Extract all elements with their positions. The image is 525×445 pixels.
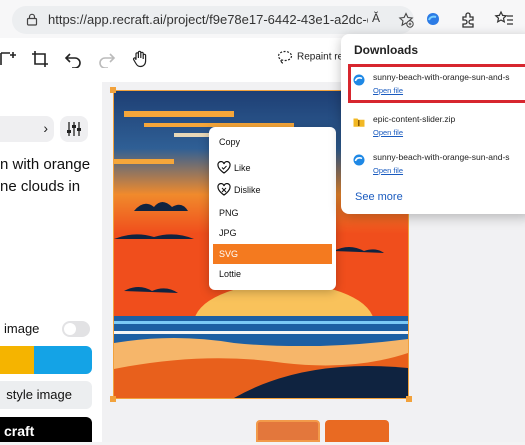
prompt-line: ne clouds in — [0, 178, 81, 195]
url-text[interactable]: https://app.recraft.ai/project/f9e78e17-… — [48, 12, 368, 27]
lasso-icon — [277, 50, 293, 64]
menu-item-label: Like — [234, 163, 251, 173]
menu-item-dislike[interactable]: Dislike — [213, 180, 332, 200]
context-menu: Copy Like Dislike PNG JPG SVG Lottie — [209, 127, 336, 290]
menu-item-label: JPG — [219, 228, 237, 238]
edge-file-icon — [353, 154, 365, 166]
repaint-label: Repaint re — [297, 51, 344, 63]
recraft-label: craft — [4, 423, 35, 439]
repaint-region-button[interactable]: Repaint re — [277, 50, 343, 64]
thumbnail[interactable] — [325, 420, 389, 442]
download-item[interactable]: sunny-beach-with-orange-sun-and-s Open f… — [349, 147, 525, 185]
menu-item-label: SVG — [219, 249, 239, 259]
palette-swatch[interactable] — [0, 346, 34, 374]
downloads-panel: Downloads sunny-beach-with-orange-sun-an… — [341, 34, 525, 214]
downloads-title: Downloads — [354, 43, 419, 57]
download-item[interactable]: epic-content-slider.zip Open file — [349, 109, 525, 147]
menu-item-label: Lottie — [219, 269, 242, 279]
prompt-line: n with orange — [0, 156, 91, 173]
settings-button[interactable] — [60, 116, 88, 142]
resize-handle[interactable] — [110, 87, 116, 93]
resize-handle[interactable] — [110, 396, 116, 402]
palette-swatch[interactable] — [34, 346, 92, 374]
image-toggle-label: image — [4, 321, 40, 336]
left-panel: › n with orange ne clouds in image style… — [0, 82, 102, 442]
see-more-link[interactable]: See more — [355, 191, 403, 203]
frame-icon[interactable] — [0, 50, 18, 68]
menu-item-label: Dislike — [234, 185, 261, 195]
undo-icon[interactable] — [64, 50, 82, 68]
sliders-icon — [67, 122, 81, 136]
download-filename[interactable]: epic-content-slider.zip — [373, 114, 455, 124]
menu-item-label: Copy — [219, 137, 241, 147]
style-image-button[interactable]: style image — [0, 381, 92, 409]
menu-item-lottie[interactable]: Lottie — [213, 264, 332, 284]
menu-item-like[interactable]: Like — [213, 158, 332, 178]
address-bar[interactable]: https://app.recraft.ai/project/f9e78e17-… — [12, 6, 414, 34]
menu-item-label: PNG — [219, 208, 239, 218]
prompt-text[interactable]: n with orange ne clouds in — [0, 154, 102, 198]
thumbnail[interactable] — [256, 420, 320, 442]
image-toggle[interactable] — [62, 321, 90, 337]
copilot-icon[interactable] — [424, 10, 442, 28]
prompt-selector[interactable]: › — [0, 116, 54, 142]
recraft-button[interactable]: craft — [0, 417, 92, 442]
open-file-link[interactable]: Open file — [373, 166, 403, 175]
open-file-link[interactable]: Open file — [373, 128, 403, 137]
chevron-right-icon: › — [43, 120, 48, 136]
menu-item-svg[interactable]: SVG — [213, 244, 332, 264]
hand-icon[interactable] — [131, 50, 149, 68]
resize-handle[interactable] — [406, 396, 412, 402]
color-palette[interactable] — [0, 346, 92, 374]
menu-item-png[interactable]: PNG — [213, 203, 332, 223]
favorites-bar-icon[interactable] — [494, 10, 514, 28]
menu-item-copy[interactable]: Copy — [213, 132, 332, 152]
dislike-heart-icon — [217, 183, 231, 196]
favorite-icon[interactable] — [398, 12, 414, 28]
lock-icon[interactable] — [26, 13, 38, 26]
extensions-icon[interactable] — [459, 10, 477, 28]
highlight-box — [348, 64, 525, 103]
redo-icon[interactable] — [98, 50, 116, 68]
like-heart-icon — [217, 161, 231, 174]
zip-folder-icon — [353, 118, 365, 127]
download-filename[interactable]: sunny-beach-with-orange-sun-and-s — [373, 152, 510, 162]
style-image-label: style image — [6, 387, 72, 402]
read-aloud-icon[interactable]: Ă — [372, 11, 380, 25]
menu-item-jpg[interactable]: JPG — [213, 223, 332, 243]
crop-icon[interactable] — [31, 50, 49, 68]
